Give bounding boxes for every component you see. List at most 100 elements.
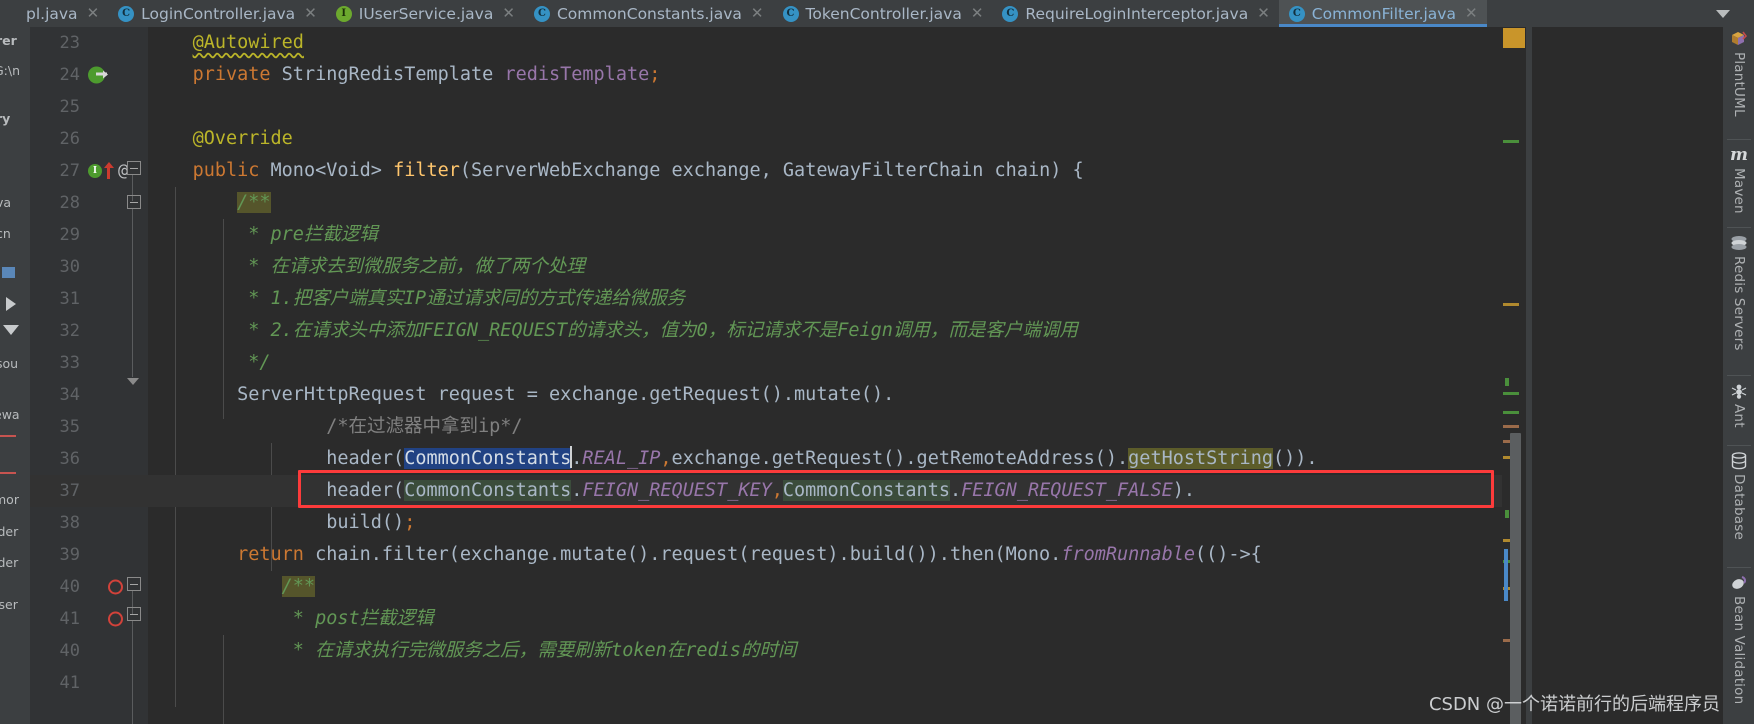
code-token: @Autowired [192,32,304,53]
code-line-33[interactable]: */ [148,347,1502,379]
code-line-37[interactable]: build(); [148,507,1502,539]
tool-button-maven[interactable]: m Maven [1723,145,1754,214]
code-token: ) { [1050,160,1084,181]
breakpoint-icon[interactable] [108,579,123,595]
tool-button-label: Maven [1731,168,1747,214]
vcs-marker[interactable] [1503,392,1519,395]
tool-button-label: Database [1731,474,1747,541]
vcs-marker[interactable] [1505,510,1509,518]
code-line-25[interactable] [148,91,1502,123]
code-editor[interactable]: @Autowired private StringRedisTemplate r… [148,27,1502,724]
code-token: header( [148,480,405,501]
fold-collapse-icon[interactable] [127,195,141,209]
code-line-32[interactable]: * 2.在请求头中添加FEIGN_REQUEST的请求头，值为0，标记请求不是F… [148,315,1502,347]
code-token: * post拦截逻辑 [148,608,434,629]
close-icon[interactable]: ✕ [1257,6,1270,21]
overriding-method-arrow-icon[interactable] [104,162,114,179]
line-number: 24 [59,65,80,85]
code-line-28[interactable]: /** [148,187,1502,219]
code-token: . [571,448,583,469]
implementing-method-icon[interactable]: I [88,164,102,178]
code-token: , [660,448,672,469]
collapse-triangle-icon[interactable] [3,325,19,335]
tool-button-database[interactable]: Database [1723,451,1754,540]
redis-stack-icon [1729,233,1749,253]
interface-icon: I [335,5,352,22]
code-line-40[interactable]: * post拦截逻辑 [148,603,1502,635]
code-token: . [571,480,583,501]
code-token: redisTemplate [504,64,650,85]
database-cylinder-icon [1729,451,1749,471]
close-icon[interactable]: ✕ [971,6,984,21]
code-token: (). [760,384,795,405]
code-folding-column[interactable] [125,27,145,724]
editor-tab-0[interactable]: pl.java ✕ [0,0,108,27]
line-number: 29 [59,225,80,245]
code-line-42[interactable] [148,667,1502,699]
editor-scrollbar-thumb[interactable] [1510,433,1521,724]
code-line-26[interactable]: @Override [148,123,1502,155]
editor-tab-5[interactable]: C RequireLoginInterceptor.java ✕ [992,0,1278,27]
stripe-separator [1727,139,1751,140]
todo-marker[interactable] [1503,425,1519,428]
code-line-34[interactable]: ServerHttpRequest request = exchange.get… [148,379,1502,411]
code-token: ; [404,512,416,533]
editor-tab-3[interactable]: C CommonConstants.java ✕ [524,0,773,27]
code-token: exchange, [660,160,783,181]
fold-collapse-icon[interactable] [127,577,141,591]
breakpoint-icon[interactable] [108,611,123,627]
fold-end-icon[interactable] [127,378,139,385]
fold-bracket [132,209,133,377]
code-line-36[interactable]: header(CommonConstants.FEIGN_REQUEST_KEY… [148,475,1502,507]
warning-marker[interactable] [1503,303,1519,306]
editor-marker-strip[interactable] [1502,27,1526,724]
code-line-39[interactable]: /** [148,571,1502,603]
close-icon[interactable]: ✕ [87,6,100,21]
tool-button-redis-servers[interactable]: Redis Servers [1723,233,1754,351]
vcs-marker[interactable] [1503,140,1519,143]
fold-collapse-icon[interactable] [127,607,141,621]
editor-tab-2[interactable]: I IUserService.java ✕ [326,0,524,27]
close-icon[interactable]: ✕ [502,6,515,21]
expand-triangle-icon[interactable] [6,297,16,311]
code-line-27[interactable]: public Mono<Void> filter(ServerWebExchan… [148,155,1502,187]
code-token: getRequest [649,384,761,405]
inspection-status-box[interactable] [1503,28,1525,48]
class-icon: C [1288,5,1305,22]
tool-button-ant[interactable]: Ant [1723,381,1754,428]
tab-overflow-button[interactable] [1692,0,1754,27]
editor-tab-1[interactable]: C LoginController.java ✕ [108,0,326,27]
vcs-marker[interactable] [1503,411,1519,414]
caret-position-marker [1504,549,1508,601]
tool-button-plantuml[interactable]: PlantUML [1723,29,1754,117]
code-line-38[interactable]: return chain.filter(exchange.mutate().re… [148,539,1502,571]
code-line-29[interactable]: * pre拦截逻辑 [148,219,1502,251]
code-token: FEIGN_REQUEST_KEY [582,480,772,501]
line-number: 25 [59,97,80,117]
fold-collapse-icon[interactable] [127,161,141,175]
vcs-marker[interactable] [1505,378,1509,386]
code-line-30[interactable]: * 在请求去到微服务之前，做了两个处理 [148,251,1502,283]
tool-button-bean-validation[interactable]: Bean Validation [1723,573,1754,704]
code-token: (()->{ [1194,544,1262,565]
code-token: getHostString [1128,448,1273,469]
code-token: /** [237,192,271,213]
spring-bean-icon[interactable] [88,66,108,84]
code-line-24[interactable]: private StringRedisTemplate redisTemplat… [148,59,1502,91]
editor-tab-6-active[interactable]: C CommonFilter.java ✕ [1278,0,1487,27]
close-icon[interactable]: ✕ [1465,6,1478,21]
code-line-41[interactable]: * 在请求执行完微服务之后，需要刷新token在redis的时间 [148,635,1502,667]
code-line-35[interactable]: /*在过滤器中拿到ip*/ [148,411,1502,443]
code-line-35b[interactable]: header(CommonConstants.REAL_IP,exchange.… [148,443,1502,475]
error-marker [0,472,16,474]
close-icon[interactable]: ✕ [304,6,317,21]
editor-tab-4[interactable]: C TokenController.java ✕ [773,0,993,27]
code-line-31[interactable]: * 1.把客户端真实IP通过请求同的方式传递给微服务 [148,283,1502,315]
line-number: 36 [59,449,80,469]
code-line-23[interactable]: @Autowired [148,27,1502,59]
close-icon[interactable]: ✕ [751,6,764,21]
code-token: GatewayFilterChain [782,160,984,181]
